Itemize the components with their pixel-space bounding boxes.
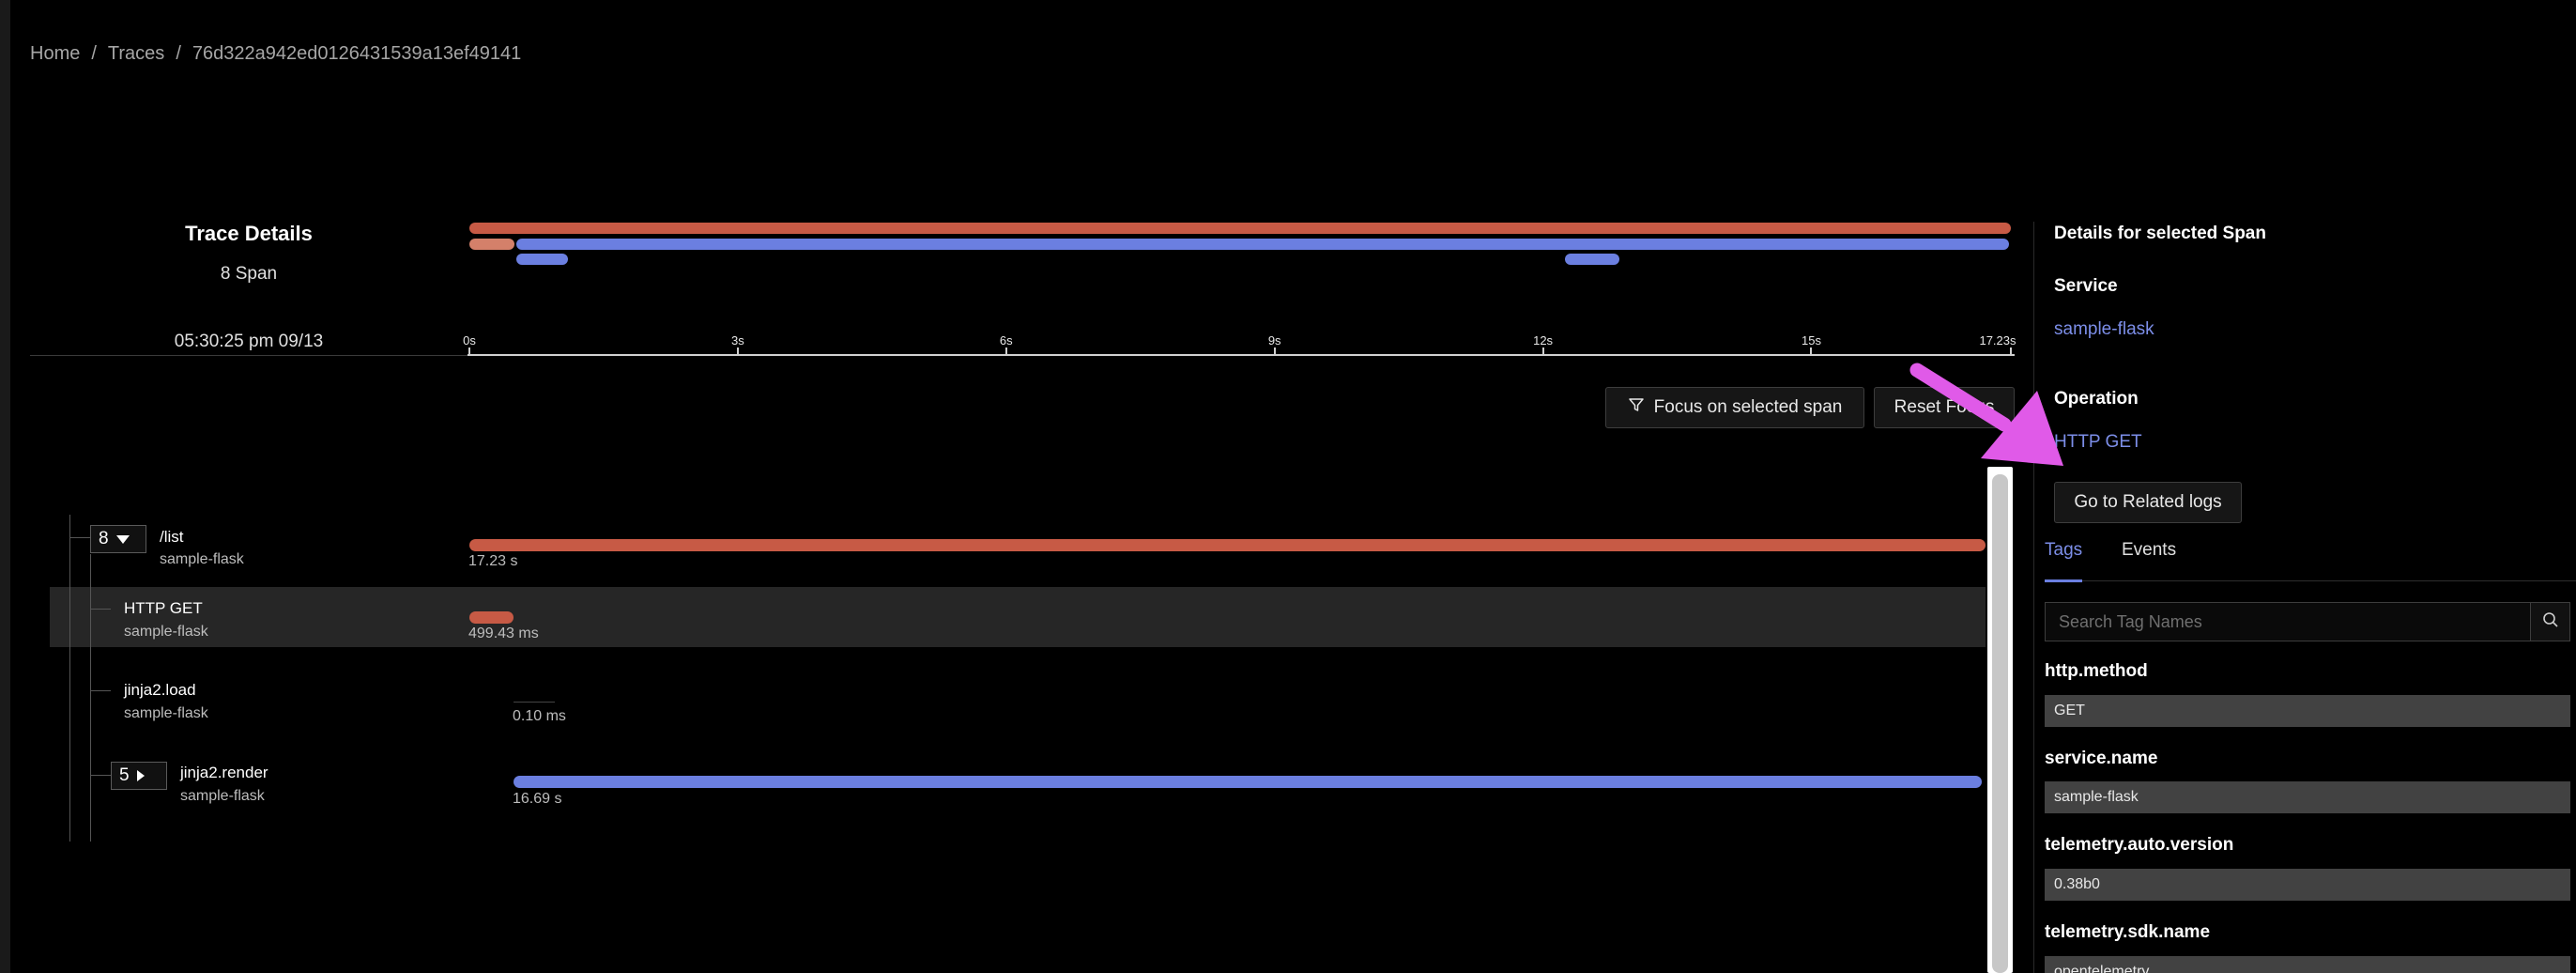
span-service: sample-flask [124, 624, 208, 640]
tag-value: GET [2045, 695, 2570, 727]
span-name[interactable]: /list [160, 528, 184, 547]
span-duration: 17.23 s [468, 553, 518, 569]
panel-tabs: Tags Events [2045, 538, 2576, 582]
panel-divider [2033, 222, 2034, 973]
span-name[interactable]: HTTP GET [124, 599, 203, 618]
axis-tick [1004, 348, 1007, 356]
span-name[interactable]: jinja2.load [124, 681, 196, 700]
related-logs-label: Go to Related logs [2074, 492, 2222, 512]
focus-selected-span-button[interactable]: Focus on selected span [1605, 387, 1864, 428]
service-link[interactable]: sample-flask [2054, 319, 2154, 340]
axis-tick-label: 9s [1267, 333, 1281, 348]
filter-icon [1628, 396, 1645, 419]
tree-guide-line [90, 554, 91, 842]
tag-value: sample-flask [2045, 781, 2570, 813]
tree-connector [90, 690, 111, 691]
breadcrumb-trace-id: 76d322a942ed0126431539a13ef49141 [192, 43, 522, 64]
span-count: 8 Span [220, 264, 278, 284]
tab-events-label: Events [2122, 540, 2177, 560]
go-to-related-logs-button[interactable]: Go to Related logs [2054, 482, 2242, 523]
span-duration: 0.10 ms [513, 708, 566, 724]
trace-timestamp: 05:30:25 pm 09/13 [174, 332, 324, 351]
tree-connector [90, 775, 111, 776]
service-label: Service [2054, 276, 2118, 296]
overview-span-bar[interactable] [515, 239, 2010, 250]
tree-guide-line [69, 515, 70, 842]
span-bar[interactable] [469, 539, 1986, 551]
axis-tick-label: 3s [731, 333, 744, 348]
child-count: 5 [119, 765, 130, 785]
waterfall-scrollbar-thumb[interactable] [1992, 474, 2008, 973]
tag-value: 0.38b0 [2045, 869, 2570, 901]
span-bar[interactable] [513, 776, 1983, 788]
breadcrumb-traces[interactable]: Traces [108, 43, 164, 64]
tag-key: http.method [2045, 661, 2148, 681]
tag-search-input[interactable] [2045, 602, 2531, 641]
span-expand-toggle[interactable]: 5 [111, 762, 167, 790]
tree-connector [90, 609, 111, 610]
tag-value: opentelemetry [2045, 956, 2570, 973]
span-bar[interactable] [513, 702, 555, 703]
tab-events[interactable]: Events [2122, 540, 2176, 561]
span-service: sample-flask [180, 788, 265, 804]
axis-tick-label: 15s [1801, 333, 1821, 348]
span-name[interactable]: jinja2.render [180, 764, 268, 782]
span-bar[interactable] [469, 611, 514, 624]
search-icon [2542, 611, 2559, 633]
left-edge-strip [0, 0, 10, 973]
active-tab-indicator [2045, 579, 2082, 582]
axis-tick [2010, 348, 2012, 356]
axis-tick-label: 6s [999, 333, 1013, 348]
overview-span-bar[interactable] [469, 223, 2011, 234]
overview-span-bar[interactable] [1565, 254, 1619, 265]
tab-tags-label: Tags [2045, 540, 2083, 560]
pointer-arrow-icon [1906, 357, 2075, 474]
axis-tick-label: 0s [463, 333, 476, 348]
tag-key: telemetry.auto.version [2045, 835, 2234, 855]
tag-key: telemetry.sdk.name [2045, 922, 2211, 942]
overview-span-bar[interactable] [515, 254, 568, 265]
caret-down-icon [115, 534, 130, 544]
axis-tick [468, 348, 470, 356]
caret-right-icon [136, 770, 145, 781]
breadcrumb-separator: / [176, 43, 181, 64]
tree-connector [69, 537, 90, 538]
span-service: sample-flask [124, 705, 208, 721]
tag-key: service.name [2045, 749, 2158, 768]
time-axis [468, 354, 2015, 356]
breadcrumb: Home / Traces / 76d322a942ed0126431539a13ef4… [30, 43, 521, 65]
span-service: sample-flask [160, 551, 244, 567]
overview-span-bar[interactable] [469, 239, 514, 250]
axis-tick [1541, 348, 1544, 356]
breadcrumb-separator: / [91, 43, 97, 64]
tab-tags[interactable]: Tags [2045, 540, 2083, 582]
panel-title: Details for selected Span [2054, 224, 2266, 243]
span-collapse-toggle[interactable]: 8 [90, 525, 146, 553]
child-count: 8 [99, 529, 109, 548]
axis-tick [1273, 348, 1276, 356]
axis-tick-label: 17.23s [1979, 333, 2016, 348]
breadcrumb-home[interactable]: Home [30, 43, 80, 64]
selected-span-row-highlight [50, 587, 1986, 647]
span-duration: 499.43 ms [468, 626, 539, 641]
focus-selected-span-label: Focus on selected span [1653, 397, 1843, 417]
span-duration: 16.69 s [513, 791, 562, 807]
trace-details-title: Trace Details [185, 222, 313, 245]
axis-tick [736, 348, 739, 356]
axis-tick [1810, 348, 1813, 356]
search-button[interactable] [2530, 602, 2570, 641]
axis-tick-label: 12s [1533, 333, 1554, 348]
